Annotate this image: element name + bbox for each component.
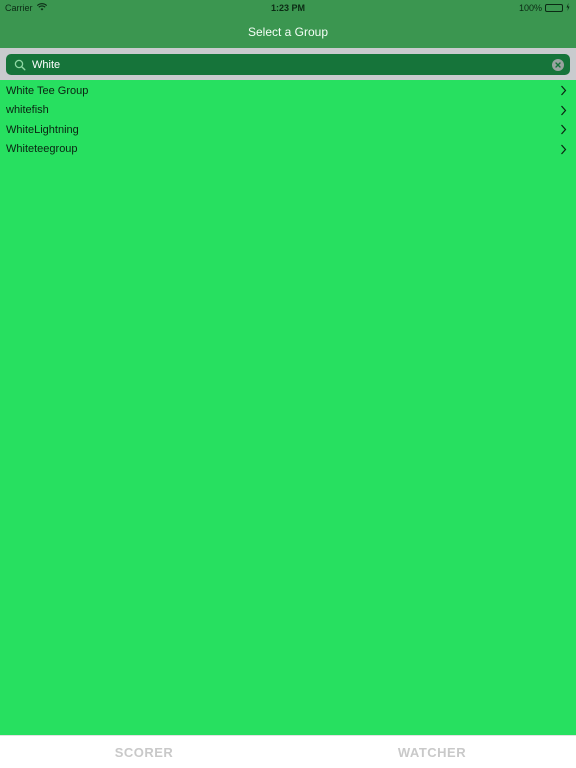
- tab-bar: SCORER WATCHER: [0, 735, 576, 768]
- battery-icon: [545, 4, 563, 12]
- status-bar: Carrier 1:23 PM 100%: [0, 0, 576, 16]
- clear-icon[interactable]: [552, 58, 564, 71]
- search-value[interactable]: White: [32, 59, 552, 71]
- tab-watcher[interactable]: WATCHER: [288, 736, 576, 768]
- list-item[interactable]: WhiteLightning: [0, 120, 576, 140]
- battery-group: 100%: [519, 3, 570, 13]
- status-time: 1:23 PM: [270, 3, 305, 13]
- search-icon: [14, 59, 26, 71]
- list-item[interactable]: whitefish: [0, 101, 576, 121]
- chevron-right-icon: [560, 85, 568, 97]
- list-item-label: White Tee Group: [6, 84, 89, 97]
- chevron-right-icon: [560, 124, 568, 136]
- tab-scorer[interactable]: SCORER: [0, 736, 288, 768]
- list-item[interactable]: Whiteteegroup: [0, 140, 576, 160]
- navigation-bar: Select a Group: [0, 16, 576, 48]
- tab-label: WATCHER: [397, 744, 467, 760]
- search-bar: White: [0, 48, 576, 80]
- chevron-right-icon: [560, 104, 568, 116]
- tab-label: SCORER: [114, 744, 174, 760]
- results-list: White Tee Group whitefish WhiteLightning…: [0, 81, 576, 159]
- page-title: Select a Group: [247, 25, 329, 39]
- list-item-label: Whiteteegroup: [6, 143, 78, 156]
- charging-icon: [566, 3, 570, 13]
- search-input[interactable]: White: [6, 54, 570, 75]
- list-item[interactable]: White Tee Group: [0, 81, 576, 101]
- list-item-label: whitefish: [6, 104, 49, 117]
- list-item-label: WhiteLightning: [6, 123, 79, 136]
- chevron-right-icon: [560, 143, 568, 155]
- battery-percent: 100%: [518, 3, 542, 13]
